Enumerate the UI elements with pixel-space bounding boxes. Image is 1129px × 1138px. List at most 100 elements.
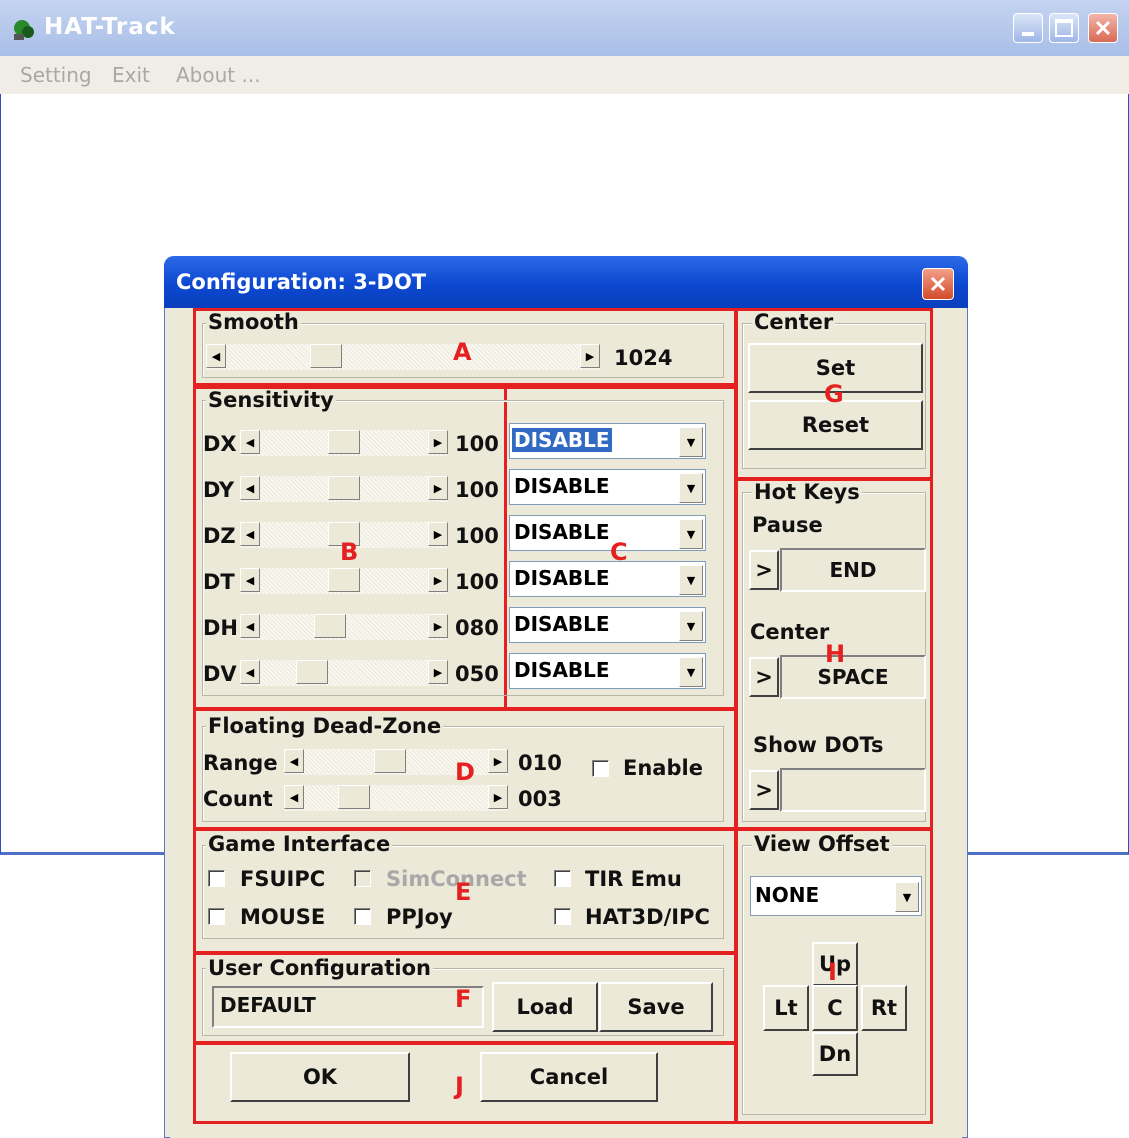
view-offset-select[interactable]: NONE ▼ — [750, 876, 922, 916]
combo-value: DISABLE — [514, 520, 610, 544]
app-icon — [10, 18, 38, 42]
offset-down-button[interactable]: Dn — [812, 1032, 858, 1076]
scroll-right-icon[interactable]: ▶ — [428, 614, 448, 638]
fsuipc-checkbox[interactable] — [208, 870, 225, 887]
scroll-left-icon[interactable]: ◀ — [284, 785, 304, 809]
smooth-slider-thumb[interactable] — [310, 344, 342, 368]
sensitivity-label-dh: DH — [203, 616, 239, 640]
center-expand-button[interactable]: > — [749, 657, 779, 697]
show-dots-expand-button[interactable]: > — [749, 770, 779, 810]
scroll-right-icon[interactable]: ▶ — [488, 785, 508, 809]
menu-setting[interactable]: Setting — [20, 63, 92, 87]
sensitivity-value-dx: 100 — [455, 432, 499, 456]
range-label: Range — [203, 751, 278, 775]
scroll-right-icon[interactable]: ▶ — [428, 476, 448, 500]
center-title: Center — [752, 310, 836, 334]
smooth-slider[interactable]: ◀ ▶ — [206, 344, 600, 370]
hat3d-ipc-checkbox[interactable] — [554, 908, 571, 925]
sensitivity-label-dx: DX — [203, 432, 237, 456]
show-dots-key-field[interactable] — [780, 768, 926, 812]
pause-expand-button[interactable]: > — [749, 550, 779, 590]
sensitivity-mode-dy[interactable]: DISABLE ▼ — [509, 469, 706, 505]
enable-checkbox[interactable] — [592, 760, 609, 777]
ppjoy-checkbox[interactable] — [354, 908, 371, 925]
annotation-j: J — [455, 1072, 464, 1100]
dialog-close-button[interactable] — [922, 268, 954, 300]
scroll-left-icon[interactable]: ◀ — [240, 568, 260, 592]
center-key-field[interactable]: SPACE — [780, 655, 926, 699]
count-slider[interactable]: ◀ ▶ — [284, 785, 508, 811]
scroll-left-icon[interactable]: ◀ — [240, 614, 260, 638]
sensitivity-mode-dz[interactable]: DISABLE ▼ — [509, 515, 706, 551]
chevron-down-icon[interactable]: ▼ — [679, 427, 703, 457]
game-interface-title: Game Interface — [206, 832, 393, 856]
slider-thumb[interactable] — [314, 614, 346, 638]
sensitivity-mode-dt[interactable]: DISABLE ▼ — [509, 561, 706, 597]
count-label: Count — [203, 787, 273, 811]
chevron-down-icon[interactable]: ▼ — [895, 882, 919, 912]
scroll-right-icon[interactable]: ▶ — [428, 430, 448, 454]
chevron-down-icon[interactable]: ▼ — [679, 657, 703, 687]
slider-thumb[interactable] — [328, 568, 360, 592]
sensitivity-mode-dh[interactable]: DISABLE ▼ — [509, 607, 706, 643]
sensitivity-mode-dx[interactable]: DISABLE ▼ — [509, 423, 706, 459]
slider-thumb[interactable] — [338, 785, 370, 809]
annotation-a: A — [453, 338, 472, 366]
cancel-button[interactable]: Cancel — [480, 1052, 658, 1102]
scroll-right-icon[interactable]: ▶ — [580, 344, 600, 368]
pause-label: Pause — [752, 513, 823, 537]
sensitivity-value-dv: 050 — [455, 662, 499, 686]
user-config-name-field[interactable]: DEFAULT — [212, 986, 484, 1028]
combo-value: DISABLE — [514, 566, 610, 590]
close-icon — [1095, 20, 1111, 36]
chevron-down-icon[interactable]: ▼ — [679, 611, 703, 641]
slider-thumb[interactable] — [374, 749, 406, 773]
sensitivity-slider-dx[interactable]: ◀ ▶ — [240, 430, 448, 456]
view-offset-title: View Offset — [752, 832, 892, 856]
hat3d-ipc-label: HAT3D/IPC — [585, 905, 710, 929]
slider-thumb[interactable] — [328, 430, 360, 454]
menu-about[interactable]: About ... — [176, 63, 261, 87]
sensitivity-slider-dh[interactable]: ◀ ▶ — [240, 614, 448, 640]
scroll-right-icon[interactable]: ▶ — [488, 749, 508, 773]
scroll-right-icon[interactable]: ▶ — [428, 522, 448, 546]
maximize-button[interactable] — [1049, 13, 1079, 43]
menu-exit[interactable]: Exit — [112, 63, 150, 87]
scroll-left-icon[interactable]: ◀ — [284, 749, 304, 773]
save-button[interactable]: Save — [599, 982, 713, 1032]
offset-center-button[interactable]: C — [812, 985, 858, 1031]
scroll-left-icon[interactable]: ◀ — [240, 430, 260, 454]
scroll-left-icon[interactable]: ◀ — [240, 476, 260, 500]
scroll-right-icon[interactable]: ▶ — [428, 568, 448, 592]
sensitivity-slider-dy[interactable]: ◀ ▶ — [240, 476, 448, 502]
chevron-down-icon[interactable]: ▼ — [679, 565, 703, 595]
pause-key-field[interactable]: END — [780, 548, 926, 592]
ok-button[interactable]: OK — [230, 1052, 410, 1102]
scroll-left-icon[interactable]: ◀ — [240, 522, 260, 546]
scroll-left-icon[interactable]: ◀ — [240, 660, 260, 684]
close-button[interactable] — [1088, 13, 1118, 43]
sensitivity-value-dh: 080 — [455, 616, 499, 640]
sensitivity-label-dt: DT — [203, 570, 235, 594]
minimize-button[interactable] — [1013, 13, 1043, 43]
offset-left-button[interactable]: Lt — [763, 985, 809, 1031]
sensitivity-slider-dv[interactable]: ◀ ▶ — [240, 660, 448, 686]
scroll-left-icon[interactable]: ◀ — [206, 344, 226, 368]
chevron-down-icon[interactable]: ▼ — [679, 473, 703, 503]
slider-thumb[interactable] — [328, 476, 360, 500]
sensitivity-mode-dv[interactable]: DISABLE ▼ — [509, 653, 706, 689]
slider-thumb[interactable] — [296, 660, 328, 684]
offset-right-button[interactable]: Rt — [861, 985, 907, 1031]
load-button[interactable]: Load — [492, 982, 598, 1032]
combo-value: DISABLE — [514, 612, 610, 636]
count-value: 003 — [518, 787, 562, 811]
menu-bar — [0, 56, 1129, 94]
combo-value: DISABLE — [512, 428, 612, 452]
annotation-i: I — [828, 958, 837, 986]
scroll-right-icon[interactable]: ▶ — [428, 660, 448, 684]
chevron-down-icon[interactable]: ▼ — [679, 519, 703, 549]
mouse-checkbox[interactable] — [208, 908, 225, 925]
tir-emu-checkbox[interactable] — [554, 870, 571, 887]
sensitivity-slider-dt[interactable]: ◀ ▶ — [240, 568, 448, 594]
close-icon — [930, 276, 946, 292]
